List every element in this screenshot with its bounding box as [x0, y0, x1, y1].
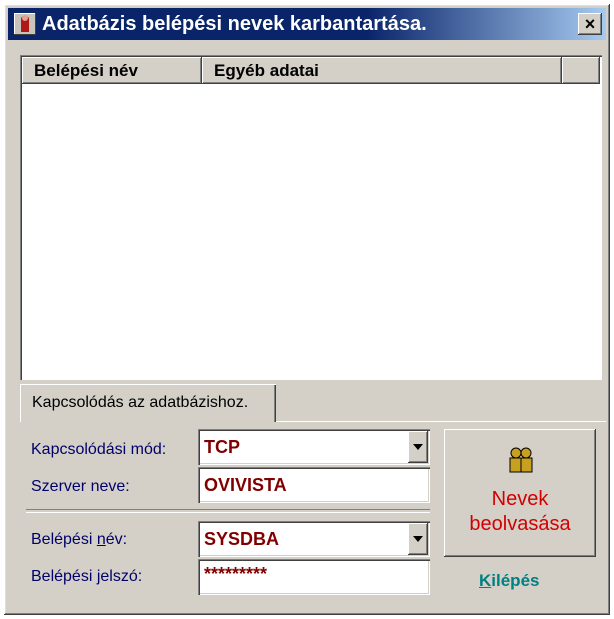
user-icon [14, 13, 36, 35]
form-separator [26, 509, 430, 513]
read-names-label: Nevek beolvasása [469, 488, 571, 535]
close-button[interactable]: × [578, 13, 602, 35]
connection-mode-label: Kapcsolódási mód: [31, 441, 167, 458]
tab-panel-edge [276, 421, 606, 422]
connection-mode-value: TCP [204, 437, 240, 457]
window-title: Adatbázis belépési nevek karbantartása. [42, 13, 427, 35]
list-header: Belépési név Egyéb adatai [22, 57, 600, 84]
password-label: Belépési jelszó: [31, 568, 143, 585]
login-name-value: SYSDBA [204, 529, 280, 549]
chevron-down-icon[interactable] [408, 431, 428, 463]
column-header-empty[interactable] [562, 57, 600, 84]
server-name-label: Szerver neve: [31, 478, 130, 495]
password-field[interactable]: ********* [198, 559, 430, 595]
login-names-list[interactable]: Belépési név Egyéb adatai [20, 55, 602, 380]
title-bar[interactable]: Adatbázis belépési nevek karbantartása. … [8, 8, 606, 40]
close-icon: × [584, 14, 596, 34]
people-icon [509, 447, 533, 473]
connection-mode-combo[interactable]: TCP [198, 429, 430, 465]
tab-connection[interactable]: Kapcsolódás az adatbázishoz. [20, 384, 276, 422]
column-header-other-data[interactable]: Egyéb adatai [202, 57, 562, 84]
exit-button[interactable]: Kilépés [479, 571, 539, 591]
column-header-login-name[interactable]: Belépési név [22, 57, 202, 84]
chevron-down-icon[interactable] [408, 523, 428, 555]
server-name-field[interactable]: OVIVISTA [198, 467, 430, 503]
read-names-button[interactable]: Nevek beolvasása [444, 429, 596, 557]
login-name-label: Belépési név: [31, 531, 128, 548]
login-name-combo[interactable]: SYSDBA [198, 521, 430, 557]
